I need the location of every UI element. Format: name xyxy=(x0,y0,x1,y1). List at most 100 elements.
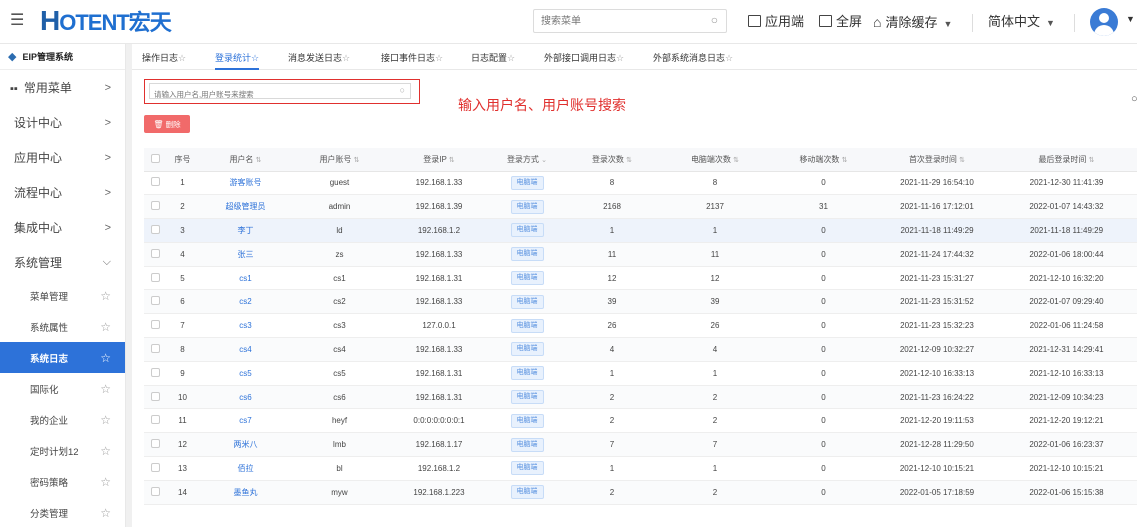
cell-username[interactable]: 游客账号 xyxy=(199,171,292,196)
table-row[interactable]: 1 游客账号 guest 192.168.1.33 电脑端 8 8 0 2021-11-29 1… xyxy=(144,171,1137,196)
star-icon[interactable]: ☆ xyxy=(100,289,111,303)
tab-operation-log[interactable]: 操作日志☆ xyxy=(142,51,186,64)
sort-icon[interactable]: ⇅ xyxy=(959,157,965,164)
table-row[interactable]: 8 cs4 cs4 192.168.1.33 电脑端 4 4 0 2021-12-09 10:3… xyxy=(144,337,1137,362)
sidebar-group-integration[interactable]: 集成中心 > xyxy=(0,210,125,245)
sidebar-item-syslog[interactable]: 系统日志 ☆ xyxy=(0,342,125,373)
avatar[interactable] xyxy=(1090,8,1118,36)
row-checkbox[interactable] xyxy=(144,408,166,434)
cell-username[interactable]: 墨鱼丸 xyxy=(199,480,292,505)
table-row[interactable]: 10 cs6 cs6 192.168.1.31 电脑端 2 2 0 2021-11-23 16:… xyxy=(144,385,1137,410)
table-row[interactable]: 3 李丁 ld 192.168.1.2 电脑端 1 1 0 2021-11-18 11:49:2… xyxy=(144,218,1137,243)
star-icon[interactable]: ☆ xyxy=(100,382,111,396)
cell-username[interactable]: cs5 xyxy=(199,361,292,386)
star-icon[interactable]: ☆ xyxy=(100,413,111,427)
table-row[interactable]: 5 cs1 cs1 192.168.1.31 电脑端 12 12 0 2021-11-23 15… xyxy=(144,266,1137,291)
sidebar-group-system[interactable]: 系统管理 ⌵ xyxy=(0,245,125,280)
search-icon[interactable]: ○ xyxy=(1131,93,1137,105)
user-search-input[interactable] xyxy=(150,87,380,102)
col-header-mobile[interactable]: 移动端次数 ⇅ xyxy=(769,148,878,172)
sidebar-item-category[interactable]: 分类管理 ☆ xyxy=(0,497,125,528)
cell-username[interactable]: cs1 xyxy=(199,266,292,291)
sidebar-item-schedule[interactable]: 定时计划12 ☆ xyxy=(0,435,125,466)
cell-username[interactable]: 超级管理员 xyxy=(199,194,292,220)
fullscreen-button[interactable]: 全屏 xyxy=(819,13,862,31)
table-row[interactable]: 4 张三 zs 192.168.1.33 电脑端 11 11 0 2021-11-24 17:4… xyxy=(144,242,1137,267)
row-checkbox[interactable] xyxy=(144,456,166,481)
table-row[interactable]: 13 佰拉 bl 192.168.1.2 电脑端 1 1 0 2021-12-10 10:15:… xyxy=(144,456,1137,481)
star-icon[interactable]: ☆ xyxy=(100,506,111,520)
cell-username[interactable]: 张三 xyxy=(199,242,292,267)
table-row[interactable]: 14 墨鱼丸 myw 192.168.1.223 电脑端 2 2 0 2022-01-05 17… xyxy=(144,480,1137,505)
sort-icon[interactable]: ⇅ xyxy=(626,157,632,164)
sidebar-item-password[interactable]: 密码策略 ☆ xyxy=(0,466,125,497)
col-header-name[interactable]: 用户名 ⇅ xyxy=(199,148,292,172)
table-row[interactable]: 2 超级管理员 admin 192.168.1.39 电脑端 2168 2137 31 2021… xyxy=(144,194,1137,220)
sort-icon[interactable]: ⇅ xyxy=(842,157,848,164)
menu-search-input[interactable] xyxy=(534,10,694,32)
sort-icon[interactable]: ⇅ xyxy=(1089,157,1095,164)
table-row[interactable]: 6 cs2 cs2 192.168.1.33 电脑端 39 39 0 2021-11-23 15… xyxy=(144,289,1137,315)
table-row[interactable]: 11 cs7 heyf 0:0:0:0:0:0:0:1 电脑端 2 2 0 2021-12-20… xyxy=(144,408,1137,434)
row-checkbox[interactable] xyxy=(144,313,166,339)
search-icon[interactable]: ○ xyxy=(400,85,405,95)
search-icon[interactable]: ○ xyxy=(711,13,718,27)
star-icon[interactable]: ☆ xyxy=(100,320,111,334)
filter-icon[interactable]: ⌄ xyxy=(541,157,547,164)
tab-login-stats[interactable]: 登录统计☆ xyxy=(215,51,260,70)
row-checkbox[interactable] xyxy=(144,480,166,505)
language-select[interactable]: 简体中文 ▼ xyxy=(988,13,1055,32)
sidebar-item-props[interactable]: 系统属性 ☆ xyxy=(0,311,125,342)
row-checkbox[interactable] xyxy=(144,266,166,291)
sort-icon[interactable]: ⇅ xyxy=(256,157,262,164)
sidebar-group-flow[interactable]: 流程中心 > xyxy=(0,175,125,210)
cell-username[interactable]: 两米八 xyxy=(199,432,292,458)
sidebar-group-design[interactable]: 设计中心 > xyxy=(0,105,125,140)
star-icon[interactable]: ☆ xyxy=(100,444,111,458)
row-checkbox[interactable] xyxy=(144,218,166,243)
col-header-last[interactable]: 最后登录时间 ⇅ xyxy=(996,148,1137,172)
row-checkbox[interactable] xyxy=(144,289,166,315)
chevron-down-icon[interactable]: ▼ xyxy=(1126,14,1135,24)
select-all-checkbox[interactable] xyxy=(144,148,166,172)
delete-button[interactable]: 🗑 删除 xyxy=(144,115,190,133)
col-header-ip[interactable]: 登录IP ⇅ xyxy=(387,148,491,172)
sidebar-group-common[interactable]: ▪▪ 常用菜单 > xyxy=(0,70,125,105)
col-header-count[interactable]: 登录次数 ⇅ xyxy=(563,148,661,172)
cell-username[interactable]: 佰拉 xyxy=(199,456,292,481)
row-checkbox[interactable] xyxy=(144,432,166,458)
row-checkbox[interactable] xyxy=(144,242,166,267)
row-checkbox[interactable] xyxy=(144,385,166,410)
col-header-pc[interactable]: 电脑端次数 ⇅ xyxy=(661,148,769,172)
sidebar-item-menu[interactable]: 菜单管理 ☆ xyxy=(0,280,125,311)
cell-username[interactable]: 李丁 xyxy=(199,218,292,243)
cell-username[interactable]: cs2 xyxy=(199,289,292,315)
star-icon[interactable]: ☆ xyxy=(100,475,111,489)
tab-message-log[interactable]: 消息发送日志☆ xyxy=(288,51,350,64)
cell-username[interactable]: cs6 xyxy=(199,385,292,410)
cell-username[interactable]: cs4 xyxy=(199,337,292,362)
col-header-account[interactable]: 用户账号 ⇅ xyxy=(292,148,387,172)
col-header-first[interactable]: 首次登录时间 ⇅ xyxy=(878,148,996,172)
tab-external-api-log[interactable]: 外部接口调用日志☆ xyxy=(544,51,624,64)
table-row[interactable]: 12 两米八 lmb 192.168.1.17 电脑端 7 7 0 2021-12-28 11:… xyxy=(144,432,1137,458)
clear-cache-button[interactable]: ⌂ 清除缓存 ▼ xyxy=(873,13,952,33)
row-checkbox[interactable] xyxy=(144,337,166,362)
sort-icon[interactable]: ⇅ xyxy=(354,157,360,164)
cell-username[interactable]: cs3 xyxy=(199,313,292,339)
row-checkbox[interactable] xyxy=(144,194,166,220)
row-checkbox[interactable] xyxy=(144,361,166,386)
menu-collapse-icon[interactable]: ☰ xyxy=(10,13,24,29)
col-header-method[interactable]: 登录方式 ⌄ xyxy=(491,148,563,172)
sidebar-item-i18n[interactable]: 国际化 ☆ xyxy=(0,373,125,404)
table-row[interactable]: 7 cs3 cs3 127.0.0.1 电脑端 26 26 0 2021-11-23 15:32… xyxy=(144,313,1137,339)
tab-log-config[interactable]: 日志配置☆ xyxy=(471,51,515,64)
cell-username[interactable]: cs7 xyxy=(199,408,292,434)
row-checkbox[interactable] xyxy=(144,171,166,196)
tab-external-msg-log[interactable]: 外部系统消息日志☆ xyxy=(653,51,733,64)
sidebar-group-app[interactable]: 应用中心 > xyxy=(0,140,125,175)
sort-icon[interactable]: ⇅ xyxy=(733,157,739,164)
app-end-button[interactable]: 应用端 xyxy=(748,13,804,31)
table-row[interactable]: 9 cs5 cs5 192.168.1.31 电脑端 1 1 0 2021-12-10 16:3… xyxy=(144,361,1137,386)
system-switcher[interactable]: ◆ EIP管理系统 xyxy=(0,44,125,70)
